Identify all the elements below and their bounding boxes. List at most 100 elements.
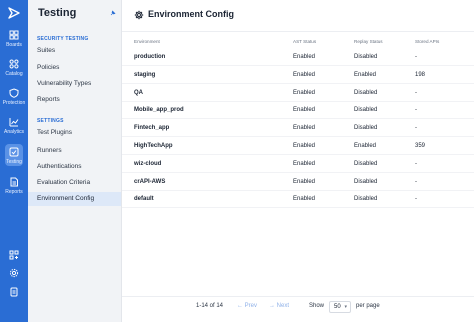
- cell-ast-status: Enabled: [293, 178, 316, 185]
- rail-label: Boards: [6, 42, 22, 48]
- cell-environment: QA: [134, 89, 143, 96]
- main-content: Environment Config Environment AST Statu…: [122, 0, 474, 322]
- document-icon: [10, 287, 18, 297]
- table-row[interactable]: production Enabled Disabled -: [122, 48, 474, 66]
- cell-replay-status: Disabled: [354, 107, 378, 114]
- header-divider: [122, 31, 474, 32]
- cell-replay-status: Disabled: [354, 196, 378, 203]
- cell-environment: wiz-cloud: [134, 160, 162, 167]
- rail-label: Reports: [5, 189, 23, 195]
- cell-environment: HighTechApp: [134, 143, 173, 149]
- cell-ast-status: Enabled: [293, 143, 316, 149]
- table-row[interactable]: HighTechApp Enabled Enabled 359: [122, 137, 474, 155]
- per-page-label: per page: [356, 303, 380, 309]
- cell-stored-apis: -: [415, 160, 417, 167]
- cell-ast-status: Enabled: [293, 71, 316, 78]
- sidebar-item-policies[interactable]: Policies: [28, 61, 121, 75]
- sidebar-item-environment-config[interactable]: Environment Config: [28, 192, 121, 206]
- rail-item-catalog[interactable]: Catalog: [0, 59, 28, 85]
- cell-environment: staging: [134, 71, 156, 78]
- cell-ast-status: Enabled: [293, 160, 316, 167]
- cell-stored-apis: -: [415, 125, 417, 132]
- app-rail: Boards Catalog Protection Analytics Test…: [0, 0, 28, 322]
- cell-stored-apis: 359: [415, 143, 426, 149]
- cell-replay-status: Enabled: [354, 71, 377, 78]
- column-header-stored-apis[interactable]: Stored APIs: [415, 39, 439, 44]
- table-row[interactable]: crAPI-AWS Enabled Disabled -: [122, 173, 474, 191]
- pin-icon[interactable]: [110, 10, 116, 16]
- sidebar-item-vulnerability-types[interactable]: Vulnerability Types: [28, 77, 121, 91]
- rail-docs-button[interactable]: [0, 287, 28, 299]
- table-row[interactable]: QA Enabled Disabled -: [122, 84, 474, 102]
- gear-icon: [134, 10, 144, 20]
- cell-replay-status: Disabled: [354, 178, 378, 185]
- per-page-select[interactable]: 50 ▾: [329, 301, 351, 313]
- cell-environment: crAPI-AWS: [134, 178, 166, 185]
- reports-icon: [10, 177, 18, 187]
- page-title: Environment Config: [148, 9, 234, 19]
- chevron-down-icon: ▾: [344, 304, 347, 310]
- sidebar-item-suites[interactable]: Suites: [28, 44, 121, 58]
- show-label: Show: [309, 303, 325, 309]
- table-row[interactable]: default Enabled Disabled -: [122, 190, 474, 209]
- rail-item-protection[interactable]: Protection: [0, 88, 28, 114]
- cell-environment: production: [134, 54, 166, 60]
- footer-divider: [122, 296, 474, 297]
- shield-icon: [9, 88, 19, 98]
- table-row[interactable]: Fintech_app Enabled Disabled -: [122, 119, 474, 138]
- gear-icon: [9, 268, 19, 278]
- sidebar-item-reports[interactable]: Reports: [28, 93, 121, 107]
- next-page-button[interactable]: → Next: [269, 303, 289, 309]
- rail-settings-button[interactable]: [0, 268, 28, 280]
- column-header-replay-status[interactable]: Replay Status: [354, 39, 383, 44]
- rail-label: Testing: [6, 159, 22, 165]
- cell-replay-status: Enabled: [354, 143, 377, 149]
- column-header-ast-status[interactable]: AST Status: [293, 39, 316, 44]
- sidebar-item-runners[interactable]: Runners: [28, 144, 121, 158]
- cell-stored-apis: -: [415, 196, 417, 203]
- cell-stored-apis: -: [415, 54, 417, 60]
- section-security-testing: SECURITY TESTING: [37, 36, 89, 42]
- catalog-icon: [9, 59, 19, 69]
- cell-ast-status: Enabled: [293, 196, 316, 203]
- testing-icon: [9, 147, 19, 157]
- active-indicator: Testing: [5, 144, 23, 166]
- sidebar-title: Testing: [38, 7, 77, 19]
- cell-ast-status: Enabled: [293, 107, 316, 114]
- rail-apps-button[interactable]: [0, 250, 28, 262]
- apps-icon: [9, 250, 19, 260]
- table-row[interactable]: staging Enabled Enabled 198: [122, 66, 474, 84]
- boards-icon: [9, 30, 19, 40]
- cell-environment: Mobile_app_prod: [134, 107, 184, 114]
- rail-item-reports[interactable]: Reports: [0, 177, 28, 203]
- rail-label: Catalog: [5, 71, 23, 77]
- rail-item-testing[interactable]: Testing: [0, 144, 28, 172]
- logo-icon: [8, 7, 20, 19]
- cell-ast-status: Enabled: [293, 89, 316, 96]
- testing-sidebar: Testing SECURITY TESTING Suites Policies…: [28, 0, 122, 322]
- pagination-range: 1-14 of 14: [196, 303, 224, 309]
- cell-ast-status: Enabled: [293, 54, 316, 60]
- sidebar-item-evaluation-criteria[interactable]: Evaluation Criteria: [28, 176, 121, 190]
- prev-page-button[interactable]: ← Prev: [237, 303, 257, 309]
- column-header-environment[interactable]: Environment: [134, 39, 160, 44]
- cell-stored-apis: -: [415, 178, 417, 185]
- rail-label: Protection: [2, 100, 26, 106]
- cell-replay-status: Disabled: [354, 54, 378, 60]
- cell-stored-apis: -: [415, 89, 417, 96]
- table-row[interactable]: Mobile_app_prod Enabled Disabled -: [122, 101, 474, 120]
- per-page-value: 50: [334, 304, 341, 310]
- cell-environment: Fintech_app: [134, 125, 170, 132]
- rail-item-analytics[interactable]: Analytics: [0, 117, 28, 143]
- cell-stored-apis: 198: [415, 71, 426, 78]
- cell-stored-apis: -: [415, 107, 417, 114]
- sidebar-item-authentications[interactable]: Authentications: [28, 160, 121, 174]
- cell-ast-status: Enabled: [293, 125, 316, 132]
- cell-replay-status: Disabled: [354, 125, 378, 132]
- cell-replay-status: Disabled: [354, 89, 378, 96]
- rail-item-boards[interactable]: Boards: [0, 30, 28, 56]
- rail-label: Analytics: [3, 129, 24, 135]
- sidebar-item-test-plugins[interactable]: Test Plugins: [28, 126, 121, 140]
- analytics-icon: [9, 118, 19, 127]
- table-row[interactable]: wiz-cloud Enabled Disabled -: [122, 155, 474, 173]
